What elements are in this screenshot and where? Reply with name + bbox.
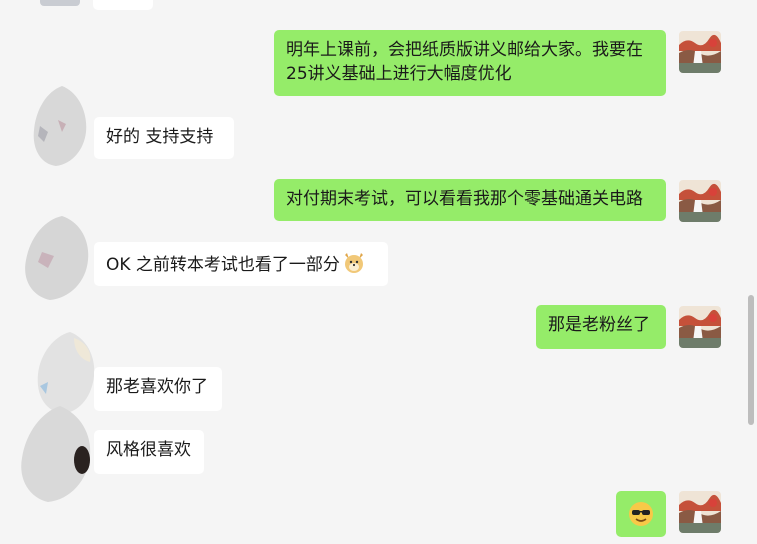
sunglasses-smiley-icon (629, 502, 653, 526)
avatar[interactable] (679, 491, 721, 533)
message-bubble-outgoing[interactable]: 明年上课前，会把纸质版讲义邮给大家。我要在 25讲义基础上进行大幅度优化 (274, 30, 666, 96)
message-bubble-outgoing[interactable]: 对付期末考试，可以看看我那个零基础通关电路 (274, 179, 666, 221)
landscape-painting-icon (679, 491, 721, 533)
avatar[interactable] (679, 31, 721, 73)
avatar[interactable] (679, 180, 721, 222)
avatar[interactable] (22, 216, 92, 300)
message-text: 那是老粉丝了 (548, 315, 650, 335)
avatar[interactable] (34, 332, 98, 414)
message-text: 对付期末考试，可以看看我那个零基础通关电路 (286, 189, 643, 209)
message-bubble-incoming[interactable]: 那老喜欢你了 (94, 367, 222, 411)
message-text: 好的 支持支持 (106, 127, 214, 147)
landscape-painting-icon (679, 180, 721, 222)
message-text-line2: 25讲义基础上进行大幅度优化 (286, 64, 512, 84)
dog-face-icon (342, 250, 366, 281)
message-bubble-incoming[interactable]: 风格很喜欢 (94, 430, 204, 474)
landscape-painting-icon (679, 306, 721, 348)
avatar[interactable] (30, 86, 90, 166)
message-text: 那老喜欢你了 (106, 377, 208, 397)
message-bubble-outgoing[interactable] (616, 491, 666, 537)
chat-window: 明年上课前，会把纸质版讲义邮给大家。我要在 25讲义基础上进行大幅度优化 好的 … (0, 0, 757, 544)
scrollbar[interactable] (748, 295, 754, 425)
message-bubble-incoming[interactable]: 好的 支持支持 (94, 117, 234, 159)
avatar[interactable] (18, 406, 94, 502)
message-text: OK 之前转本考试也看了一部分 (106, 255, 340, 275)
avatar[interactable] (679, 306, 721, 348)
message-bubble-cropped (93, 0, 153, 10)
message-bubble-incoming[interactable]: OK 之前转本考试也看了一部分 (94, 242, 388, 286)
message-bubble-outgoing[interactable]: 那是老粉丝了 (536, 305, 666, 349)
avatar[interactable] (40, 0, 80, 6)
message-text: 风格很喜欢 (106, 440, 191, 460)
message-text: 明年上课前，会把纸质版讲义邮给大家。我要在 (286, 40, 643, 60)
landscape-painting-icon (679, 31, 721, 73)
